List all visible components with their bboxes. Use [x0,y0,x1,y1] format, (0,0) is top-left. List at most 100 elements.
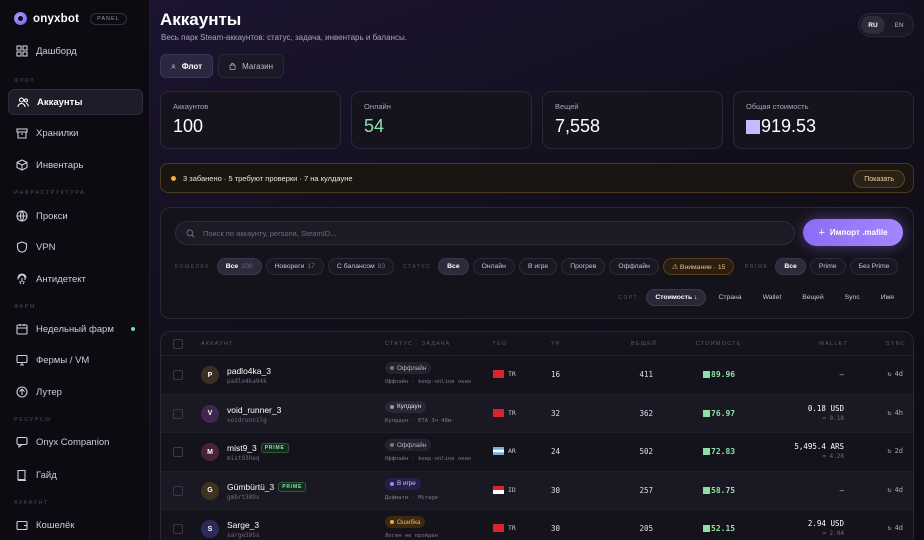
import-mafile-button[interactable]: + Импорт .mafile [803,219,903,246]
chip-wallet-balance[interactable]: С балансом 83 [327,258,395,275]
sidebar-item-vpn[interactable]: VPN [8,234,143,260]
tab-fleet[interactable]: Флот [160,54,213,78]
row-checkbox[interactable] [173,370,183,380]
chip-prime-none[interactable]: Без Prime [849,258,899,275]
lang-en-button[interactable]: EN [887,16,911,34]
geo-cell: TR [493,408,516,417]
search-icon [186,228,195,238]
chip-prime-only[interactable]: Prime [809,258,846,275]
account-name[interactable]: Sarge_3 [227,520,259,530]
wallet-value: — [839,370,844,379]
task-text: Оффлайн · keep-online окно [385,379,472,385]
level: 30 [551,485,561,495]
table-row[interactable]: P padlo4ka_3 padlo4ka94k Оффлайн Оффлайн… [161,356,913,395]
brand[interactable]: onyxbot PANEL [14,12,127,25]
table-row[interactable]: S Sarge_3 sarge395s Ошибка Логин не прой… [161,510,913,540]
user-icon [171,63,176,69]
sidebar-item-companion[interactable]: Onyx Companion [8,429,143,455]
chip-wallet-all[interactable]: Все 100 [216,258,262,275]
currency-icon [703,409,710,417]
cost-value: 72.83 [711,447,736,456]
sidebar-item-proxy[interactable]: Прокси [8,203,143,229]
row-checkbox[interactable] [173,447,183,457]
cost: 89.96 [703,370,735,379]
col-sync[interactable]: SYNC [886,341,906,347]
select-all-checkbox[interactable] [173,339,183,349]
sidebar-item-guide[interactable]: Гайд [8,462,143,488]
chip-status-attention[interactable]: ⚠ Внимание · 15 [662,258,735,275]
sync-cell: ↻ 4h [887,409,903,417]
account-name[interactable]: mist9_3 PRIME [227,443,289,453]
col-wallet[interactable]: WALLET [819,341,848,347]
account-login: voidrunn1lg [227,416,267,424]
currency-icon [703,525,710,532]
row-checkbox[interactable] [173,408,183,419]
chip-status-warmup[interactable]: Прогрев [561,258,606,275]
chip-prime-all[interactable]: Все [775,258,806,275]
col-status[interactable]: СТАТУС · ЗАДАЧА [385,341,450,347]
refresh-icon: ↻ [887,370,892,378]
level: 16 [551,370,561,379]
wallet-value: 2.94 USD ≈ 2.94 [808,519,844,537]
chip-status-offline[interactable]: Оффлайн [609,258,659,275]
sidebar-item-inventory[interactable]: Инвентарь [8,152,143,178]
sort-country[interactable]: Страна [709,289,750,306]
active-dot-icon [131,327,135,331]
status-badge: Ошибка [385,516,426,528]
sync-age: 4d [894,524,903,532]
sidebar-item-dashboard[interactable]: Дашборд [8,38,143,64]
sidebar-item-antidetect[interactable]: Антидетект [8,266,143,292]
wallet-converted: ≈ 0.18 [822,414,844,422]
row-checkbox[interactable] [173,485,183,496]
tab-shop[interactable]: Магазин [218,54,284,78]
col-level[interactable]: УР. [551,341,562,347]
sidebar-section-account: АККАУНТ [14,500,49,506]
shield-icon [16,241,28,253]
logo-icon [14,12,27,25]
stat-value: 100 [173,116,204,136]
sort-items[interactable]: Вещей [793,289,832,306]
search-input[interactable]: Поиск по аккаунту, persona, SteamID... [175,221,795,245]
status-dot-icon [390,366,394,370]
sidebar-item-farms-vm[interactable]: Фермы / VM [8,347,143,373]
sort-sync[interactable]: Sync [836,289,869,306]
language-switch[interactable]: RU EN [858,13,914,37]
sidebar-item-storage[interactable]: Хранилки [8,120,143,146]
table-row[interactable]: M mist9_3 PRIME mist93heq Оффлайн Оффлайн… [161,433,913,472]
sort-name[interactable]: Имя [872,289,903,306]
geo-cell: AR [493,447,516,455]
task-text: Оффлайн · keep-online окно [385,456,472,462]
sidebar-item-weekly-farm[interactable]: Недельный фарм [8,316,143,342]
lang-ru-button[interactable]: RU [861,16,885,34]
items-count: 411 [639,370,653,379]
show-button[interactable]: Показать [853,170,905,188]
sort-cost[interactable]: Стоимость ↓ [646,289,707,306]
col-account[interactable]: АККАУНТ [201,341,234,347]
currency-icon [703,448,710,455]
chip-status-online[interactable]: Онлайн [472,258,515,275]
chip-count: 83 [377,263,386,270]
row-checkbox[interactable] [173,524,183,534]
account-name[interactable]: padlo4ka_3 [227,366,271,376]
sidebar-item-accounts[interactable]: Аккаунты [8,89,143,115]
account-name[interactable]: void_runner_3 [227,405,281,415]
geo-cell: TR [493,524,516,532]
col-items[interactable]: ВЕЩЕЙ [631,341,657,347]
sort-wallet[interactable]: Wallet [754,289,791,306]
search-placeholder: Поиск по аккаунту, persona, SteamID... [203,228,337,238]
account-name[interactable]: Gümbürtü_3 PRIME [227,481,307,492]
sidebar-section-resources: РЕСУРСЫ [14,417,52,423]
table-row[interactable]: V void_runner_3 voidrunn1lg Кулдаун Кулд… [161,394,913,433]
sidebar-item-label: Инвентарь [36,159,84,171]
chip-status-all[interactable]: Все [438,258,469,275]
chip-wallet-new[interactable]: Новореги 17 [265,258,324,275]
col-cost[interactable]: СТОИМОСТЬ [696,341,742,347]
sidebar-item-wallet[interactable]: Кошелёк [8,512,143,538]
filter-label: СТАТУС [403,263,432,270]
sidebar-item-looter[interactable]: Лутер [8,379,143,405]
plus-icon: + [818,226,825,239]
chip-status-ingame[interactable]: В игре [518,258,558,275]
col-geo[interactable]: ГЕО [493,341,508,347]
table-row[interactable]: G Gümbürtü_3 PRIME gmbrt389x В игре Дофма… [161,471,913,510]
warning-dot-icon [171,175,176,181]
